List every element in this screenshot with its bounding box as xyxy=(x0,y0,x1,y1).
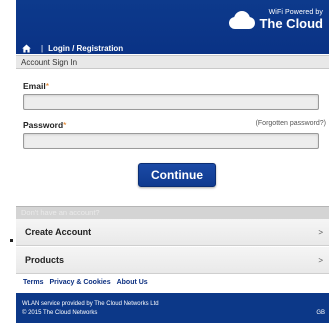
chevron-right-icon: > xyxy=(318,227,323,237)
login-page: WiFi Powered by The Cloud | Login / Regi… xyxy=(16,0,329,323)
footer: WLAN service provided by The Cloud Netwo… xyxy=(16,293,329,323)
cloud-icon xyxy=(229,10,256,29)
products-label: Products xyxy=(25,255,65,265)
required-marker: * xyxy=(63,120,67,130)
password-label: Password* xyxy=(23,120,66,130)
region-selector[interactable]: GB xyxy=(316,310,325,316)
products-item[interactable]: Products > xyxy=(16,247,329,274)
breadcrumb-separator: | xyxy=(41,43,44,53)
brand-name: The Cloud xyxy=(259,16,323,31)
footer-links: Terms Privacy & Cookies About Us xyxy=(23,279,154,286)
home-icon[interactable] xyxy=(22,43,31,53)
no-account-prompt: Don't have an account? xyxy=(16,206,329,219)
sign-in-section-title: Account Sign In xyxy=(16,55,329,69)
stray-dot xyxy=(10,239,13,242)
email-label: Email* xyxy=(23,81,49,91)
password-field[interactable] xyxy=(23,133,319,149)
password-label-text: Password xyxy=(23,120,64,130)
chevron-right-icon: > xyxy=(318,255,323,265)
email-label-text: Email xyxy=(23,81,46,91)
forgot-password-link[interactable]: (Forgotten password?) xyxy=(256,120,326,127)
breadcrumb-login-registration[interactable]: Login / Registration xyxy=(48,44,123,53)
breadcrumb: | Login / Registration xyxy=(22,42,123,54)
create-account-item[interactable]: Create Account > xyxy=(16,219,329,246)
provider-text: WLAN service provided by The Cloud Netwo… xyxy=(22,301,159,307)
email-field[interactable] xyxy=(23,94,319,110)
continue-button[interactable]: Continue xyxy=(138,163,216,187)
about-us-link[interactable]: About Us xyxy=(117,279,148,286)
brand-tagline: WiFi Powered by xyxy=(268,9,323,16)
create-account-label: Create Account xyxy=(25,227,92,237)
terms-link[interactable]: Terms xyxy=(23,279,44,286)
brand-logo: WiFi Powered by The Cloud xyxy=(226,9,323,30)
privacy-cookies-link[interactable]: Privacy & Cookies xyxy=(50,279,111,286)
copyright-text: © 2015 The Cloud Networks xyxy=(22,310,98,316)
required-marker: * xyxy=(45,81,49,91)
header: WiFi Powered by The Cloud | Login / Regi… xyxy=(16,0,329,54)
